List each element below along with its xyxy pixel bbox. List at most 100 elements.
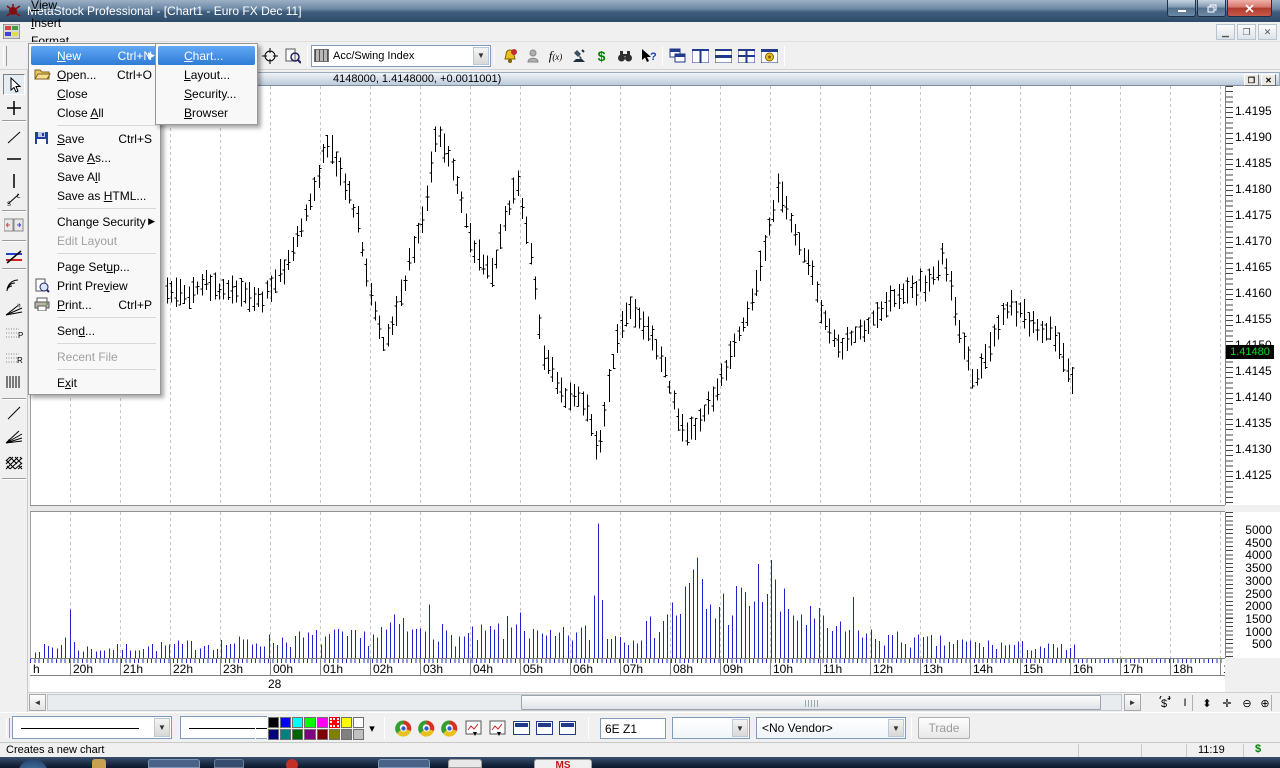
mdi-restore-button[interactable]: ❐: [1237, 24, 1256, 40]
file-menu-item-open[interactable]: Open...Ctrl+O: [31, 65, 158, 84]
fibonacci-arcs-tool[interactable]: [3, 274, 25, 295]
pointer-tool[interactable]: [3, 74, 25, 95]
prev-security-icon[interactable]: ◄: [1275, 695, 1280, 711]
taskbar-item-1[interactable]: [92, 759, 106, 768]
zoom-out-icon[interactable]: ⊖: [1238, 695, 1256, 711]
taskbar-item-metastock[interactable]: MS: [534, 759, 592, 768]
color-swatch[interactable]: [292, 717, 303, 728]
chart-restore-button[interactable]: ❐: [1244, 74, 1259, 86]
donut-icon-1[interactable]: [392, 717, 414, 739]
palette-dropdown-icon[interactable]: ▾: [366, 717, 378, 739]
price-axis[interactable]: 1.41951.41901.41851.41801.41751.41701.41…: [1225, 86, 1280, 505]
document-system-icon[interactable]: [3, 24, 20, 39]
indicator-combo[interactable]: Acc/Swing Index ▼: [311, 45, 491, 67]
cascade-windows-icon[interactable]: [666, 45, 689, 67]
color-swatch[interactable]: [317, 717, 328, 728]
chevron-down-icon[interactable]: ▼: [154, 718, 170, 737]
menu-view[interactable]: View: [24, 0, 81, 14]
file-menu-item-close[interactable]: Close: [31, 84, 158, 103]
speed-line-tool[interactable]: SL: [3, 188, 25, 209]
donut-icon-2[interactable]: [415, 717, 437, 739]
tile-grid-icon[interactable]: [735, 45, 758, 67]
windows-taskbar[interactable]: MS: [0, 757, 1280, 768]
file-menu-item-save-as-html[interactable]: Save as HTML...: [31, 186, 158, 205]
toolbar-grip[interactable]: [6, 718, 10, 738]
fan-lines-tool[interactable]: [3, 426, 25, 447]
symbol-input[interactable]: [600, 718, 666, 739]
restore-button[interactable]: [1197, 0, 1226, 17]
tile-horizontal-icon[interactable]: [712, 45, 735, 67]
start-orb[interactable]: [18, 759, 48, 768]
scroll-left-right-tool[interactable]: [3, 214, 25, 235]
file-menu-item-save[interactable]: SaveCtrl+S: [31, 129, 158, 148]
gann-fan-tool[interactable]: [3, 298, 25, 319]
new-submenu-item-security[interactable]: Security...: [158, 84, 255, 103]
line-style-combo[interactable]: ▼: [12, 716, 172, 739]
new-submenu-item-browser[interactable]: Browser: [158, 103, 255, 122]
scroll-left-icon[interactable]: ◄: [29, 694, 46, 711]
color-swatch[interactable]: [317, 729, 328, 740]
gann-grid-tool[interactable]: [3, 452, 25, 473]
color-swatch[interactable]: [304, 717, 315, 728]
crosshair-tool[interactable]: [3, 97, 25, 118]
export-chart-icon-1[interactable]: [462, 717, 484, 739]
context-help-icon[interactable]: ?: [636, 45, 659, 67]
zoom-preview-icon[interactable]: [281, 45, 304, 67]
file-menu-item-exit[interactable]: Exit: [31, 373, 158, 392]
horizontal-scrollbar[interactable]: [47, 694, 1122, 711]
color-swatch[interactable]: [329, 717, 340, 728]
new-submenu-item-layout[interactable]: Layout...: [158, 65, 255, 84]
taskbar-item-5[interactable]: [378, 759, 430, 768]
chevron-down-icon[interactable]: ▼: [473, 47, 489, 65]
mdi-minimize-button[interactable]: ▁: [1216, 24, 1235, 40]
file-menu-item-change-security[interactable]: Change Security▶: [31, 212, 158, 231]
vendor-combo[interactable]: <No Vendor> ▼: [756, 717, 906, 739]
file-menu-item-print-preview[interactable]: Print Preview: [31, 276, 158, 295]
color-swatch[interactable]: [341, 717, 352, 728]
color-swatch[interactable]: [353, 729, 364, 740]
scroll-right-icon[interactable]: ►: [1124, 694, 1141, 711]
export-chart-icon-2[interactable]: [486, 717, 508, 739]
toolbar-grip[interactable]: [3, 46, 7, 66]
minimize-button[interactable]: [1167, 0, 1196, 17]
donut-icon-3[interactable]: [438, 717, 460, 739]
volume-pane[interactable]: [30, 512, 1225, 658]
taskbar-item-3[interactable]: [214, 759, 244, 768]
refresh-data-icon[interactable]: $: [1156, 695, 1174, 711]
binoculars-icon[interactable]: [613, 45, 636, 67]
file-menu-item-send[interactable]: Send...: [31, 321, 158, 340]
alert-icon[interactable]: [498, 45, 521, 67]
color-swatch[interactable]: [341, 729, 352, 740]
file-menu-item-print[interactable]: Print...Ctrl+P: [31, 295, 158, 314]
file-menu-item-new[interactable]: NewCtrl+N▶: [31, 46, 158, 65]
new-submenu-item-chart[interactable]: Chart...: [158, 46, 255, 65]
move-icon[interactable]: ✛: [1218, 695, 1236, 711]
chevron-down-icon[interactable]: ▼: [732, 719, 748, 737]
period-combo[interactable]: ▼: [672, 717, 750, 739]
price-pane[interactable]: [30, 86, 1225, 505]
explorer-icon[interactable]: [567, 45, 590, 67]
volume-axis[interactable]: 500045004000350030002500200015001000500: [1225, 512, 1280, 658]
color-swatch[interactable]: [280, 729, 291, 740]
fibonacci-retracement-tool[interactable]: R: [3, 347, 25, 368]
fibonacci-timezones-tool[interactable]: [3, 371, 25, 392]
horizontal-line-tool[interactable]: [3, 148, 25, 169]
time-axis[interactable]: h20h21h22h23h00h01h02h03h04h05h06h07h08h…: [30, 658, 1225, 676]
file-menu-item-save-as[interactable]: Save As...: [31, 148, 158, 167]
downloader-icon[interactable]: $: [590, 45, 613, 67]
chart-close-button[interactable]: ✕: [1261, 74, 1276, 86]
equis-lines-tool[interactable]: [3, 246, 25, 267]
color-swatch[interactable]: [329, 729, 340, 740]
color-swatch[interactable]: [353, 717, 364, 728]
color-swatch[interactable]: [292, 729, 303, 740]
file-menu-item-page-setup[interactable]: Page Setup...: [31, 257, 158, 276]
trade-button[interactable]: Trade: [918, 717, 970, 739]
close-button[interactable]: [1227, 0, 1272, 17]
tile-vertical-icon[interactable]: [689, 45, 712, 67]
window-panel-icon-3[interactable]: [556, 717, 578, 739]
trendline2-tool[interactable]: [3, 402, 25, 423]
file-menu-item-close-all[interactable]: Close All: [31, 103, 158, 122]
fit-vertical-icon[interactable]: ⬍: [1198, 695, 1216, 711]
color-swatch[interactable]: [268, 729, 279, 740]
pane-splitter[interactable]: [30, 505, 1225, 512]
